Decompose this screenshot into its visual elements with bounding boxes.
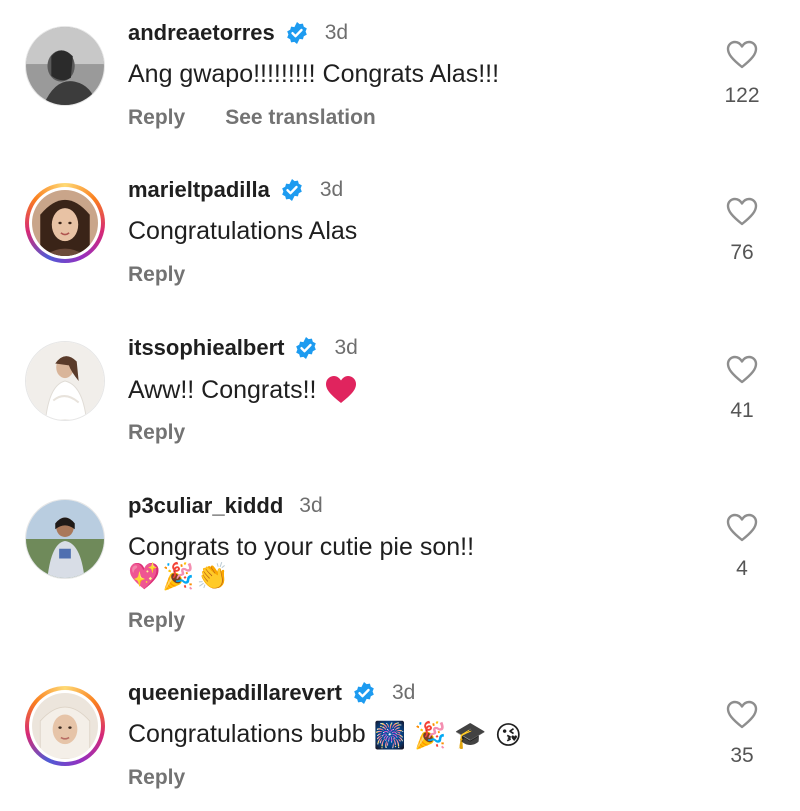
sparkling-heart-emoji: 💖 <box>128 561 161 591</box>
avatar-image <box>26 27 104 105</box>
avatar-image <box>26 342 104 420</box>
graduation-cap-emoji: 🎓 <box>454 719 487 750</box>
reply-button[interactable]: Reply <box>128 106 185 130</box>
comment-time: 3d <box>324 21 349 44</box>
reply-button[interactable]: Reply <box>128 609 185 633</box>
comment-text: Congratulations bubb <box>128 720 366 748</box>
reply-button[interactable]: Reply <box>128 263 185 287</box>
avatar[interactable] <box>25 183 105 263</box>
heart-icon[interactable] <box>726 355 758 385</box>
clapping-hands-emoji: 👏 <box>196 561 230 591</box>
avatar[interactable] <box>25 26 105 106</box>
avatar-image <box>32 190 98 256</box>
party-popper-emoji: 🎉 <box>414 719 447 750</box>
heart-icon[interactable] <box>726 40 758 70</box>
like-count: 35 <box>730 744 754 767</box>
comment-username[interactable]: marieltpadilla <box>128 177 270 203</box>
reply-button[interactable]: Reply <box>128 766 185 790</box>
see-translation-button[interactable]: See translation <box>225 106 376 130</box>
comment-username[interactable]: queeniepadillarevert <box>128 680 342 706</box>
comment-time: 3d <box>391 681 416 704</box>
verified-badge-icon <box>286 22 307 44</box>
heart-icon[interactable] <box>726 197 758 227</box>
like-count: 76 <box>730 241 754 264</box>
avatar[interactable] <box>25 341 105 421</box>
comment-time: 3d <box>319 178 344 201</box>
comment-time: 3d <box>299 494 323 517</box>
comment-text: Ang gwapo!!!!!!!!! Congrats Alas!!! <box>128 60 500 88</box>
avatar[interactable] <box>25 686 105 766</box>
comment-time: 3d <box>334 336 358 359</box>
comment-text: Congrats to your cutie pie son!! <box>128 533 475 561</box>
kiss-face-emoji: 😘 <box>494 719 522 750</box>
avatar-image <box>26 500 104 578</box>
verified-badge-icon <box>354 682 374 704</box>
comment-username[interactable]: itssophiealbert <box>128 335 284 361</box>
avatar[interactable] <box>25 499 105 579</box>
heart-icon[interactable] <box>726 513 758 543</box>
like-count: 4 <box>736 557 748 580</box>
heart-icon[interactable] <box>726 700 758 730</box>
avatar-image <box>32 693 98 759</box>
reply-button[interactable]: Reply <box>128 421 185 445</box>
red-heart-icon <box>325 376 356 403</box>
comment-username[interactable]: p3culiar_kiddd <box>128 493 283 519</box>
verified-badge-icon <box>282 179 302 201</box>
comment-text: Aww!! Congrats!! <box>128 375 317 404</box>
comment-username[interactable]: andreaetorres <box>128 20 275 46</box>
like-count: 122 <box>724 84 760 107</box>
comment-text: Congratulations Alas <box>128 217 358 245</box>
fireworks-emoji: 🎆 <box>373 719 407 750</box>
verified-badge-icon <box>296 337 317 359</box>
like-count: 41 <box>730 399 754 422</box>
party-popper-emoji: 🎉 <box>162 561 195 591</box>
